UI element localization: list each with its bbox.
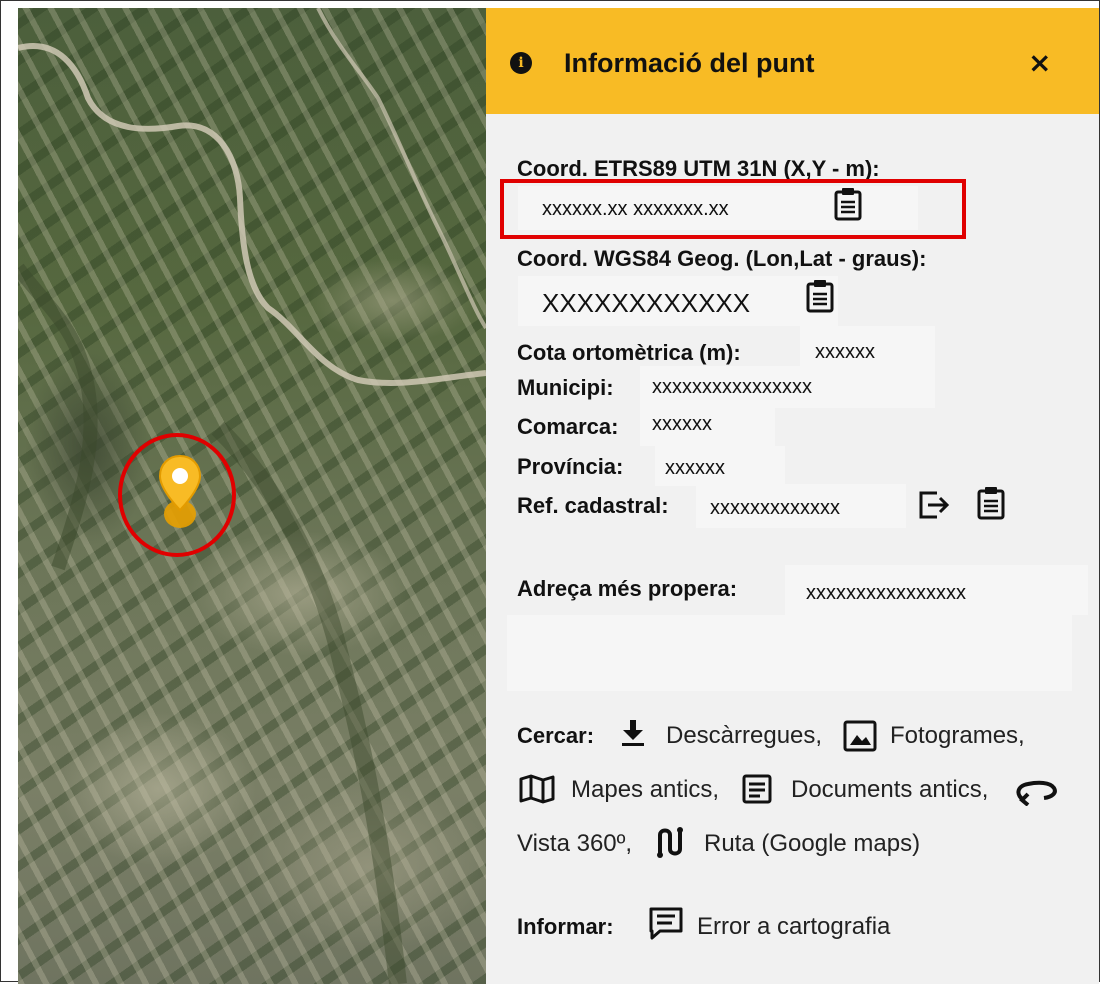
close-icon[interactable]: × [1028,46,1051,79]
cota-label: Cota ortomètrica (m): [517,340,741,365]
provincia-value: xxxxxx [665,457,725,479]
route-icon[interactable] [654,825,690,864]
map-icon[interactable] [519,774,555,809]
info-icon: i [510,52,532,74]
clipboard-icon[interactable] [977,486,1005,525]
search-label: Cercar: [517,723,595,748]
municipi-value: xxxxxxxxxxxxxxxx [652,376,812,398]
adreca-label: Adreça més propera: [517,576,738,601]
wgs-value: XXXXXXXXXXXX [542,288,751,318]
satellite-map[interactable] [18,8,486,984]
adreca-extra-box [507,615,1072,691]
download-icon[interactable] [619,718,647,753]
search-vista360-link[interactable]: Vista 360º, [517,830,632,858]
comarca-value: xxxxxx [652,413,712,435]
provincia-label: Província: [517,454,624,479]
document-icon[interactable] [742,774,772,809]
search-documents-antics-link[interactable]: Documents antics, [791,776,988,804]
comarca-label: Comarca: [517,414,619,439]
municipi-label: Municipi: [517,375,614,400]
search-fotogrames-link[interactable]: Fotogrames, [890,722,1025,750]
rotate-360-icon[interactable] [1014,780,1058,811]
search-descarregues-link[interactable]: Descàrregues, [666,722,822,750]
wgs-label: Coord. WGS84 Geog. (Lon,Lat - graus): [517,246,927,271]
search-mapes-antics-link[interactable]: Mapes antics, [571,776,719,804]
cota-value: xxxxxx [815,341,875,363]
panel-title: Informació del punt [564,48,815,78]
external-link-icon[interactable] [917,490,951,525]
report-error-link[interactable]: Error a cartografia [697,913,890,941]
adreca-value: xxxxxxxxxxxxxxxx [806,582,966,604]
map-roads [18,8,486,984]
image-icon[interactable] [843,720,877,757]
clipboard-icon[interactable] [806,279,834,318]
refcad-label: Ref. cadastral: [517,493,669,518]
refcad-value: xxxxxxxxxxxxx [710,497,840,519]
panel-header: i Informació del punt × [486,8,1099,114]
report-label: Informar: [517,914,614,939]
comment-icon[interactable] [648,906,684,947]
utm-highlight-box [500,179,966,239]
location-pin-icon[interactable] [158,454,202,535]
search-ruta-link[interactable]: Ruta (Google maps) [704,830,920,858]
